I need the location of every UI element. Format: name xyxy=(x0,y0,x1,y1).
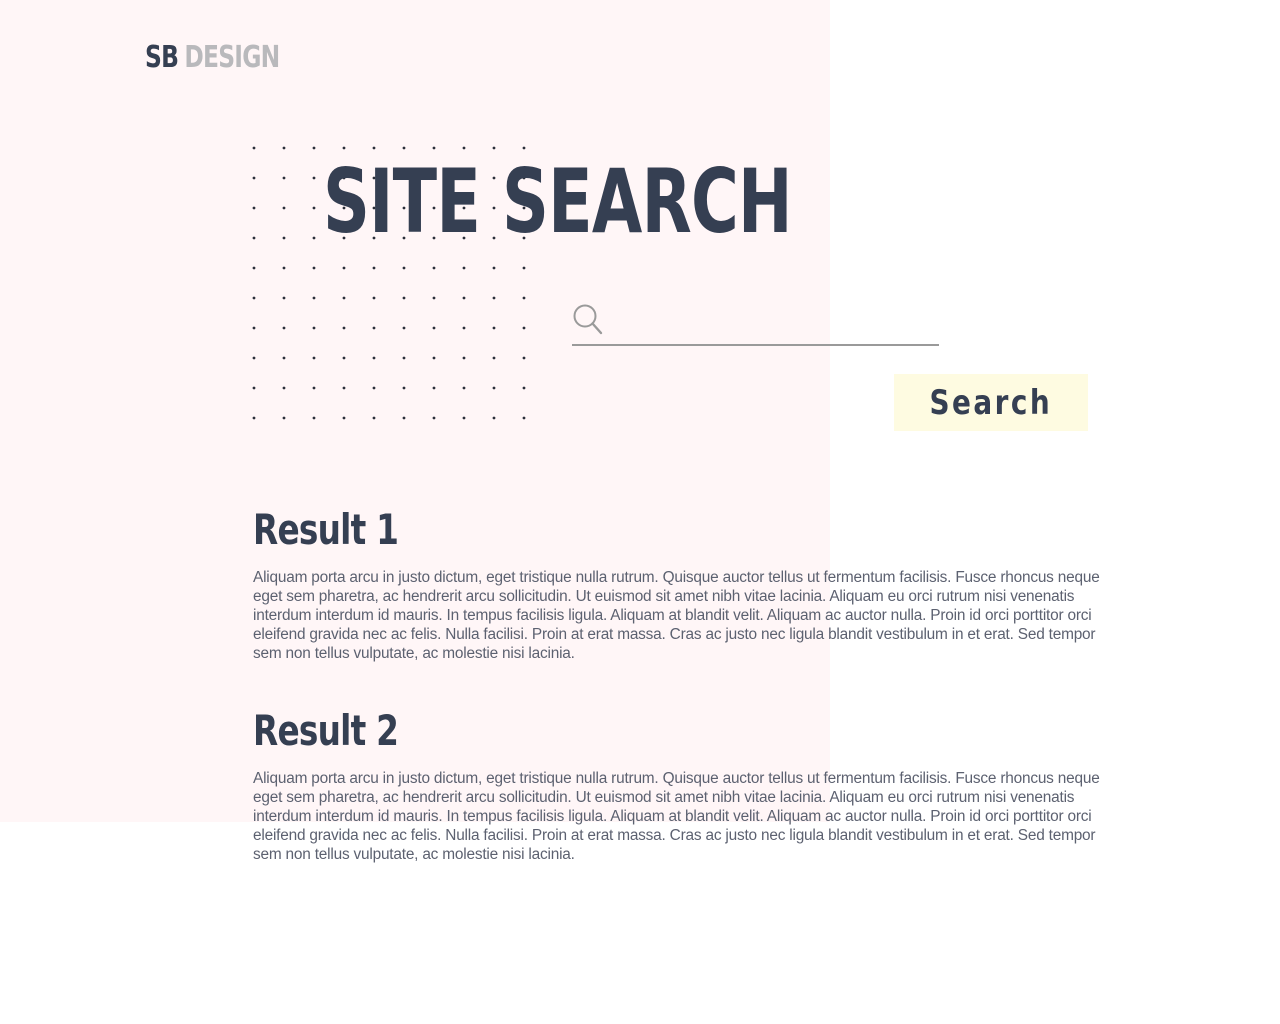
search-result: Result 2 Aliquam porta arcu in justo dic… xyxy=(253,703,1113,864)
search-result: Result 1 Aliquam porta arcu in justo dic… xyxy=(253,502,1113,663)
logo-primary: SB xyxy=(145,40,179,75)
result-description: Aliquam porta arcu in justo dictum, eget… xyxy=(253,569,1100,662)
search-field[interactable] xyxy=(572,300,939,346)
result-title[interactable]: Result 1 xyxy=(253,502,924,560)
logo-secondary: DESIGN xyxy=(184,40,280,75)
result-description: Aliquam porta arcu in justo dictum, eget… xyxy=(253,770,1100,863)
search-button[interactable]: Search xyxy=(894,374,1088,431)
search-icon xyxy=(572,303,604,337)
result-title[interactable]: Result 2 xyxy=(253,703,924,761)
logo[interactable]: SB DESIGN xyxy=(145,38,280,78)
search-input[interactable] xyxy=(614,304,938,340)
search-button-label: Search xyxy=(929,382,1053,423)
page-title: SITE SEARCH xyxy=(323,150,793,253)
